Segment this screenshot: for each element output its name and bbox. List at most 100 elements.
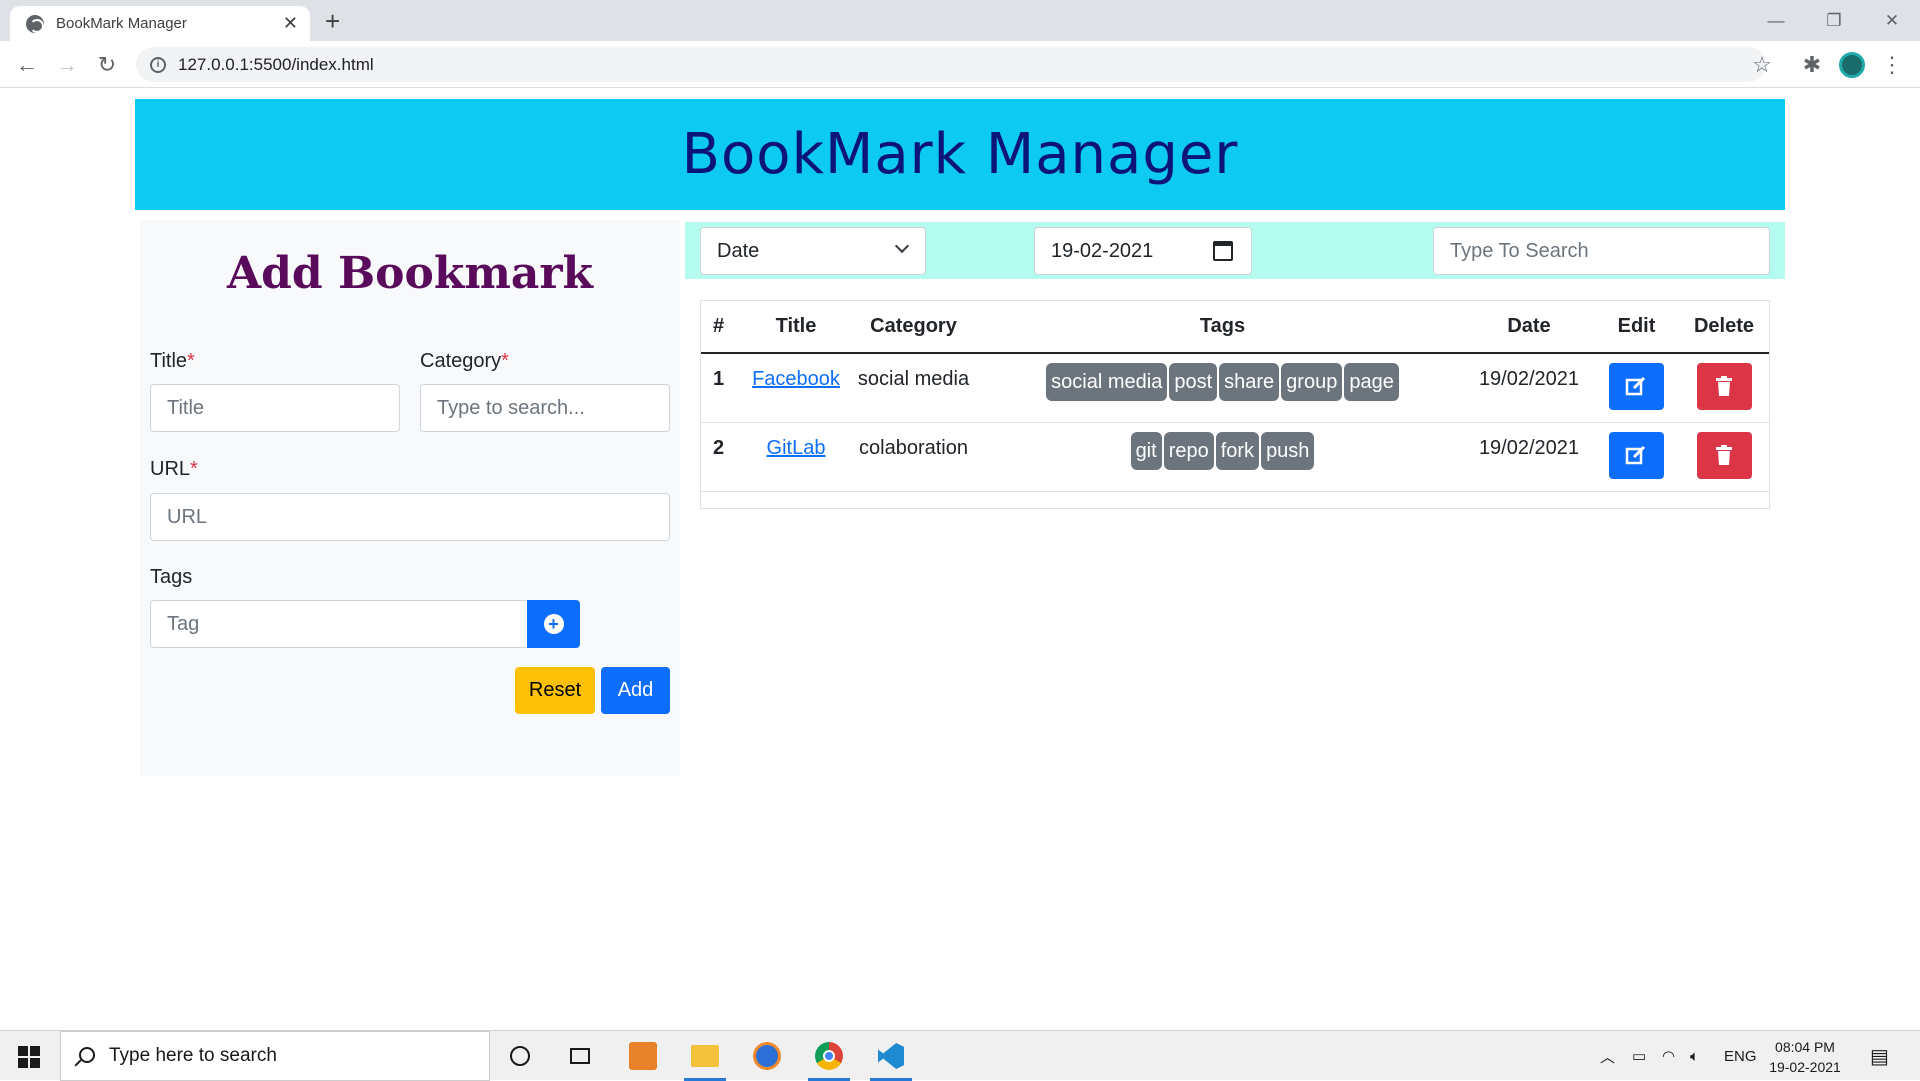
tag-badge: group — [1281, 363, 1343, 401]
tag-badge: page — [1344, 363, 1399, 401]
tag-badge: post — [1169, 363, 1218, 401]
bookmark-star-icon[interactable]: ☆ — [1746, 49, 1778, 81]
page-header: BookMark Manager — [135, 99, 1785, 210]
row-category: social media — [846, 353, 981, 423]
row-title: GitLab — [746, 422, 846, 492]
windows-start-icon[interactable] — [18, 1046, 40, 1068]
chrome-icon[interactable] — [804, 1031, 854, 1081]
forward-icon[interactable]: → — [51, 49, 83, 81]
row-number: 1 — [701, 353, 746, 423]
taskbar-search-box[interactable]: Type here to search — [60, 1031, 490, 1081]
row-date: 19/02/2021 — [1464, 353, 1594, 423]
trash-icon — [1715, 376, 1732, 396]
row-delete-cell — [1679, 353, 1769, 423]
language-indicator[interactable]: ENG — [1724, 1031, 1757, 1081]
clock[interactable]: 08:04 PM 19-02-2021 — [1760, 1037, 1850, 1077]
row-edit-cell — [1594, 422, 1679, 492]
col-header-category: Category — [846, 301, 981, 354]
col-header-delete: Delete — [1679, 301, 1769, 354]
app-icon[interactable] — [618, 1031, 668, 1081]
edit-button[interactable] — [1609, 431, 1664, 479]
edit-icon — [1625, 376, 1646, 396]
tag-badge: git — [1130, 431, 1162, 470]
file-explorer-icon[interactable] — [680, 1031, 730, 1081]
bookmark-link[interactable]: Facebook — [752, 368, 840, 390]
row-tags: git repo fork push — [981, 422, 1464, 492]
cortana-icon[interactable] — [495, 1031, 545, 1081]
plus-circle-icon: + — [543, 614, 564, 634]
address-bar[interactable]: i 127.0.0.1:5500/index.html — [136, 47, 1766, 82]
globe-icon — [26, 14, 44, 33]
browser-toolbar: ← → ↻ i 127.0.0.1:5500/index.html ☆ ✱ ⋮ — [0, 41, 1920, 88]
row-number: 2 — [701, 422, 746, 492]
profile-avatar[interactable] — [1836, 49, 1868, 81]
col-header-title: Title — [746, 301, 846, 354]
tags-label: Tags — [150, 566, 193, 588]
extensions-icon[interactable]: ✱ — [1796, 49, 1828, 81]
tag-badge: repo — [1163, 431, 1214, 470]
minimize-icon[interactable]: — — [1747, 0, 1805, 41]
category-input[interactable]: Type to search... — [420, 384, 670, 432]
calendar-icon[interactable] — [1213, 241, 1233, 261]
taskbar: Type here to search ︿ ▭ ◠ 🔈︎ ENG 08:04 P… — [0, 1030, 1920, 1081]
row-tags: social media post share group page — [981, 353, 1464, 423]
reset-button[interactable]: Reset — [515, 667, 595, 714]
volume-icon[interactable]: 🔈︎ — [1690, 1031, 1699, 1081]
wifi-icon[interactable]: ◠ — [1662, 1031, 1675, 1081]
tag-badge: social media — [1046, 363, 1168, 401]
bookmark-link[interactable]: GitLab — [767, 437, 826, 459]
row-title: Facebook — [746, 353, 846, 423]
url-text: 127.0.0.1:5500/index.html — [178, 54, 374, 74]
table-row: 1 Facebook social media social media post… — [701, 353, 1769, 423]
url-label: URL* — [150, 458, 198, 480]
trash-icon — [1715, 444, 1732, 465]
page-title: BookMark Manager — [681, 122, 1239, 187]
edit-icon — [1625, 445, 1646, 464]
tag-badge: share — [1219, 363, 1280, 401]
tag-input[interactable]: Tag — [150, 600, 528, 648]
info-icon[interactable]: i — [150, 56, 166, 73]
delete-button[interactable] — [1696, 363, 1752, 410]
vscode-icon[interactable] — [866, 1031, 916, 1081]
battery-icon[interactable]: ▭ — [1632, 1031, 1646, 1081]
tab-title: BookMark Manager — [56, 15, 187, 32]
filter-toolbar: Date 19-02-2021 Type To Search — [685, 222, 1785, 279]
sort-select[interactable]: Date — [700, 227, 926, 275]
restore-icon[interactable]: ❐ — [1805, 0, 1863, 41]
browser-tab-strip: BookMark Manager ✕ + — ❐ ✕ — [0, 0, 1920, 41]
url-input[interactable]: URL — [150, 493, 670, 541]
show-hidden-icons[interactable]: ︿ — [1600, 1031, 1615, 1081]
add-tag-button[interactable]: + — [527, 600, 580, 648]
col-header-number: # — [701, 301, 746, 354]
back-icon[interactable]: ← — [11, 49, 43, 81]
search-input[interactable]: Type To Search — [1433, 227, 1770, 275]
clock-time: 08:04 PM — [1775, 1039, 1835, 1055]
reload-icon[interactable]: ↻ — [91, 49, 123, 81]
title-label: Title* — [150, 350, 195, 372]
browser-tab[interactable]: BookMark Manager ✕ — [10, 6, 310, 41]
menu-icon[interactable]: ⋮ — [1876, 49, 1908, 81]
title-input[interactable]: Title — [150, 384, 400, 432]
new-tab-button[interactable]: + — [325, 6, 340, 36]
tag-badge: push — [1261, 431, 1315, 470]
close-tab-icon[interactable]: ✕ — [283, 13, 298, 34]
date-filter-input[interactable]: 19-02-2021 — [1034, 227, 1252, 275]
notifications-icon[interactable]: ▤ — [1870, 1031, 1889, 1081]
tag-badge: fork — [1215, 431, 1260, 470]
table-header-row: # Title Category Tags Date Edit Delete — [701, 301, 1769, 354]
category-label: Category* — [420, 350, 509, 372]
row-date: 19/02/2021 — [1464, 422, 1594, 492]
row-edit-cell — [1594, 353, 1679, 423]
delete-button[interactable] — [1696, 431, 1752, 479]
add-button[interactable]: Add — [601, 667, 670, 714]
bookmarks-table: # Title Category Tags Date Edit Delete 1… — [700, 300, 1770, 509]
clock-date: 19-02-2021 — [1769, 1059, 1841, 1075]
page-content: BookMark Manager Add Bookmark Title* Tit… — [0, 89, 1920, 1030]
edit-button[interactable] — [1609, 363, 1664, 410]
firefox-icon[interactable] — [742, 1031, 792, 1081]
add-bookmark-form: Add Bookmark Title* Title Category* Type… — [140, 220, 680, 776]
task-view-icon[interactable] — [555, 1031, 605, 1081]
col-header-date: Date — [1464, 301, 1594, 354]
close-window-icon[interactable]: ✕ — [1863, 0, 1920, 41]
col-header-edit: Edit — [1594, 301, 1679, 354]
